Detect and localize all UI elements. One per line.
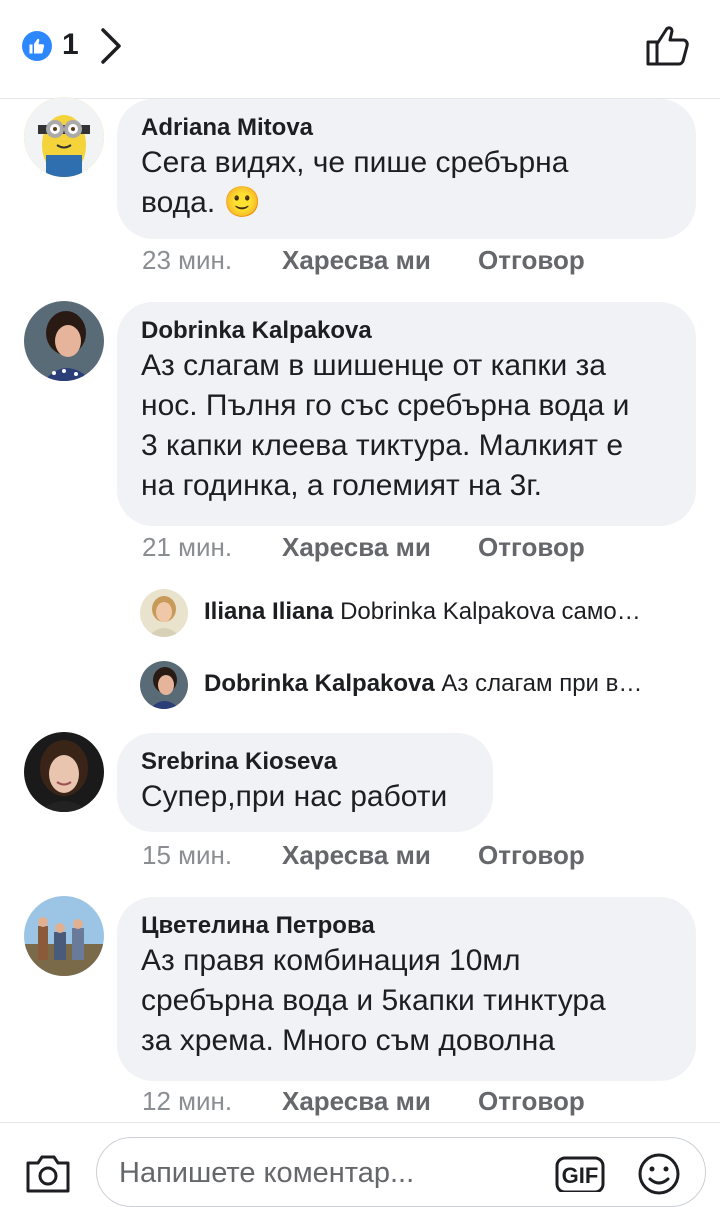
comment-actions: 15 мин. Харесва ми Отговор bbox=[142, 840, 702, 870]
avatar[interactable] bbox=[24, 97, 104, 177]
avatar[interactable] bbox=[24, 732, 104, 812]
comment-actions: 12 мин. Харесва ми Отговор bbox=[142, 1086, 702, 1116]
avatar[interactable] bbox=[140, 661, 188, 709]
gif-label: GIF bbox=[562, 1163, 599, 1188]
reply-action-button[interactable]: Отговор bbox=[478, 840, 585, 871]
comment-text: Аз слагам в шишенце от капки за нос. Пъл… bbox=[141, 349, 630, 502]
comment-bubble[interactable]: Srebrina Kioseva Супер,при нас работи bbox=[117, 733, 493, 832]
comment-input[interactable] bbox=[117, 1156, 541, 1191]
comment-time: 15 мин. bbox=[142, 840, 233, 870]
comment-text: Аз правя комбинация 10мл сребърна вода и… bbox=[141, 944, 606, 1057]
comment-time: 23 мин. bbox=[142, 245, 233, 275]
chevron-right-icon[interactable] bbox=[98, 26, 124, 71]
reactions-header: 1 bbox=[0, 0, 720, 99]
like-count[interactable]: 1 bbox=[62, 28, 79, 62]
comment-time: 12 мин. bbox=[142, 1086, 233, 1116]
like-action-button[interactable]: Харесва ми bbox=[282, 840, 431, 871]
comment-time: 21 мин. bbox=[142, 532, 233, 562]
reply-line: Iliana Iliana Dobrinka Kalpakova само… bbox=[204, 598, 704, 626]
reply-text: Dobrinka Kalpakova само… bbox=[340, 598, 641, 625]
avatar[interactable] bbox=[140, 589, 188, 637]
comment-bubble[interactable]: Dobrinka Kalpakova Аз слагам в шишенце о… bbox=[117, 302, 696, 526]
reply-action-button[interactable]: Отговор bbox=[478, 245, 585, 276]
avatar[interactable] bbox=[24, 301, 104, 381]
reply-preview[interactable]: Iliana Iliana Dobrinka Kalpakova само… bbox=[140, 589, 700, 637]
like-reaction-icon[interactable] bbox=[22, 31, 52, 61]
comment-author[interactable]: Dobrinka Kalpakova bbox=[141, 316, 672, 346]
comment-author[interactable]: Цветелина Петрова bbox=[141, 911, 672, 941]
reply-line: Dobrinka Kalpakova Аз слагам при в… bbox=[204, 670, 704, 698]
comment-author[interactable]: Adriana Mitova bbox=[141, 113, 672, 143]
avatar[interactable] bbox=[24, 896, 104, 976]
comment-author[interactable]: Srebrina Kioseva bbox=[141, 747, 469, 777]
thumbs-up-outline-icon[interactable] bbox=[644, 22, 692, 73]
reply-text: Аз слагам при в… bbox=[441, 670, 643, 697]
camera-icon[interactable] bbox=[24, 1153, 72, 1198]
reply-author[interactable]: Iliana Iliana bbox=[204, 598, 333, 625]
reply-author[interactable]: Dobrinka Kalpakova bbox=[204, 670, 435, 697]
comment-composer: GIF bbox=[0, 1122, 720, 1207]
comment-text: Сега видях, че пише сребърна вода. 🙂 bbox=[141, 146, 569, 220]
like-action-button[interactable]: Харесва ми bbox=[282, 532, 431, 563]
comment-input-box[interactable]: GIF bbox=[96, 1137, 706, 1207]
reply-action-button[interactable]: Отговор bbox=[478, 1086, 585, 1117]
reply-preview[interactable]: Dobrinka Kalpakova Аз слагам при в… bbox=[140, 661, 700, 709]
like-action-button[interactable]: Харесва ми bbox=[282, 1086, 431, 1117]
smiley-icon[interactable] bbox=[637, 1152, 681, 1201]
comment-actions: 23 мин. Харесва ми Отговор bbox=[142, 245, 702, 275]
comment-text: Супер,при нас работи bbox=[141, 780, 448, 813]
reply-action-button[interactable]: Отговор bbox=[478, 532, 585, 563]
comment-bubble[interactable]: Adriana Mitova Сега видях, че пише сребъ… bbox=[117, 99, 696, 239]
comment-actions: 21 мин. Харесва ми Отговор bbox=[142, 532, 702, 562]
gif-button[interactable]: GIF bbox=[555, 1156, 605, 1197]
comment-bubble[interactable]: Цветелина Петрова Аз правя комбинация 10… bbox=[117, 897, 696, 1081]
smiley-emoji: 🙂 bbox=[223, 185, 261, 220]
like-action-button[interactable]: Харесва ми bbox=[282, 245, 431, 276]
